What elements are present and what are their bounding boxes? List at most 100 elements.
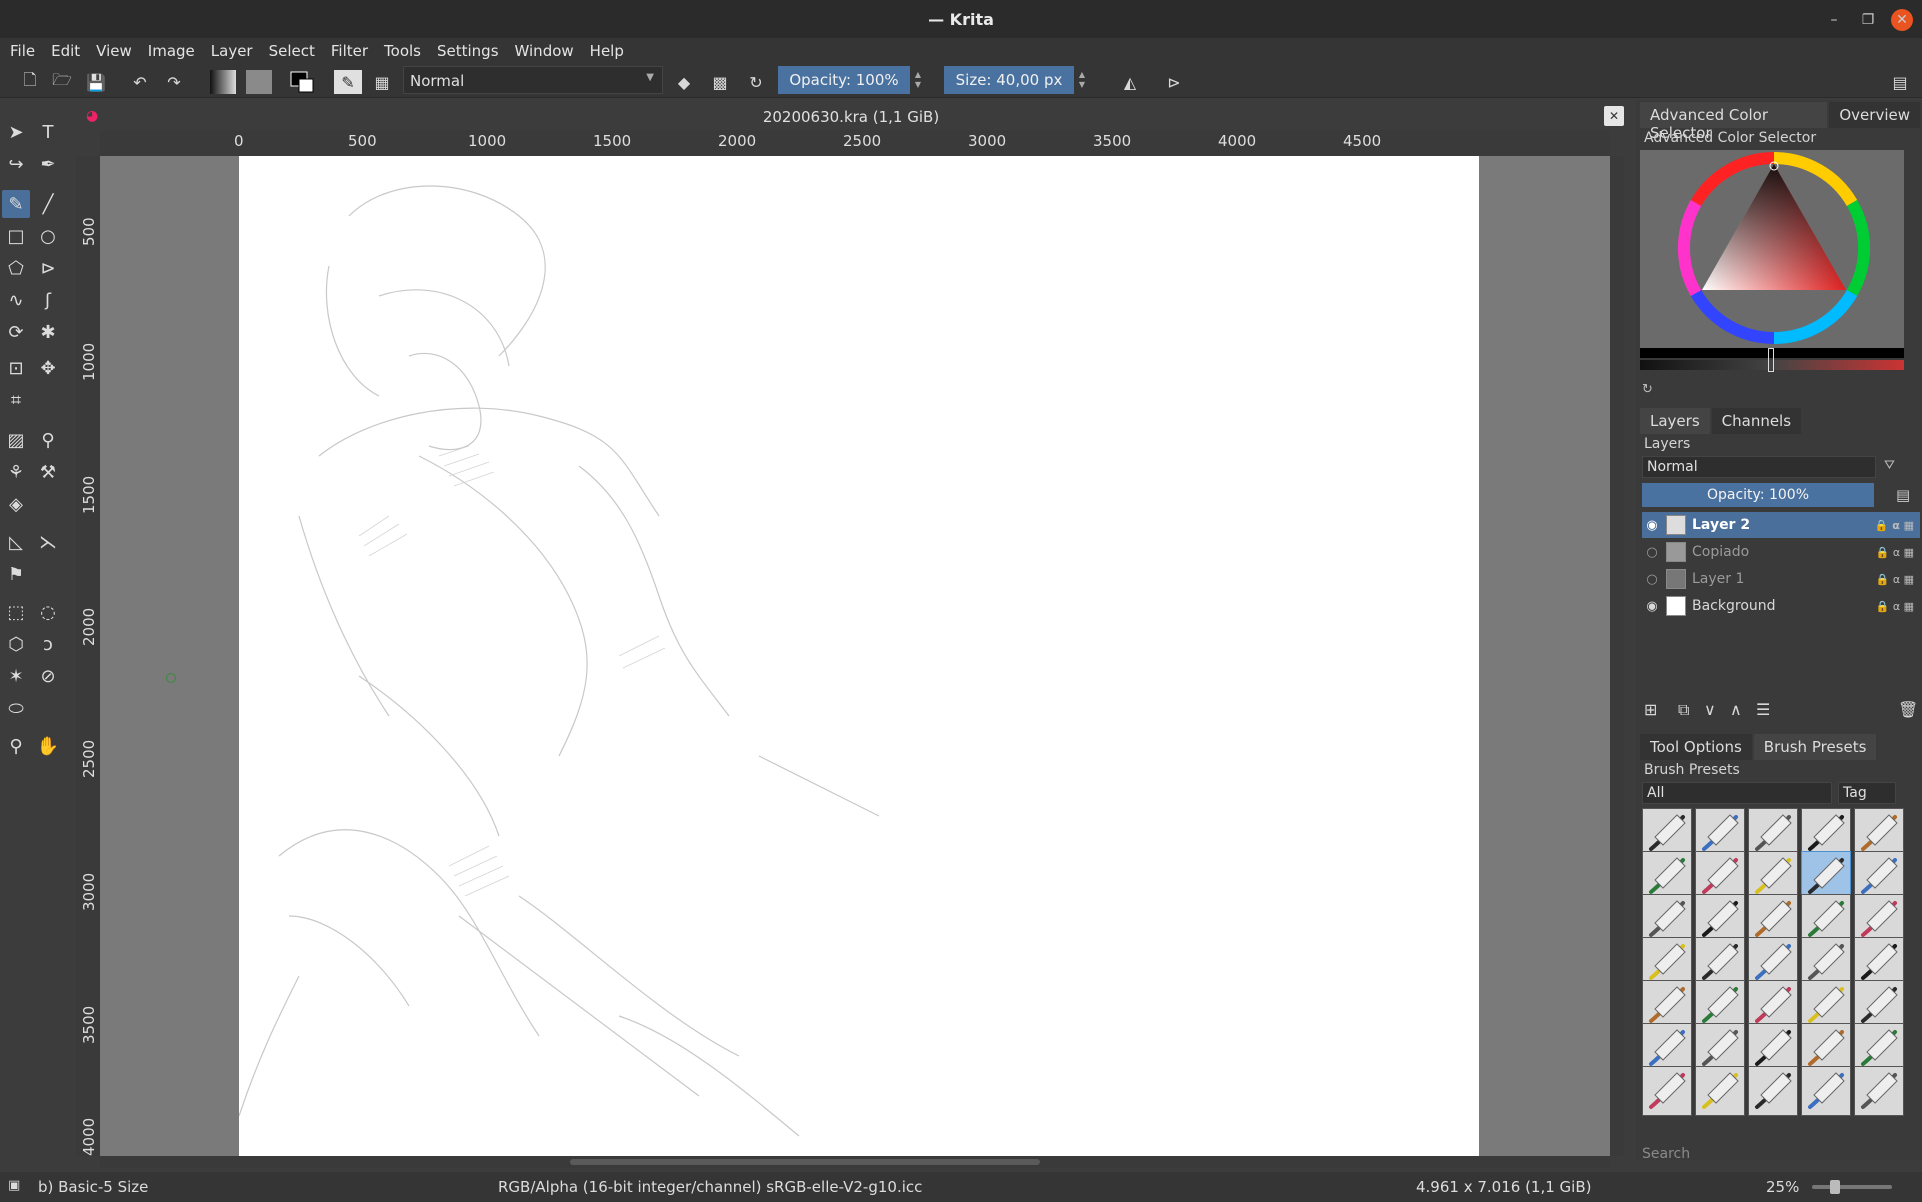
eye-off-icon[interactable]: ○ bbox=[1642, 572, 1662, 587]
polygon-select-icon[interactable]: ⬡ bbox=[2, 630, 30, 658]
fill-tool-icon[interactable]: ◈ bbox=[2, 490, 30, 518]
eraser-mode-icon[interactable]: ◆ bbox=[672, 70, 696, 94]
duplicate-layer-icon[interactable]: ⧉ bbox=[1678, 700, 1689, 720]
layer-row[interactable]: ○ Layer 1 🔒 α ▦ bbox=[1642, 566, 1920, 592]
mirror-horizontal-icon[interactable]: ◭ bbox=[1118, 70, 1142, 94]
color-history-bar[interactable] bbox=[1640, 348, 1904, 378]
brush-preset-icon[interactable] bbox=[1854, 1066, 1904, 1116]
layer-flags-icon[interactable]: 🔒 α ▦ bbox=[1876, 573, 1914, 586]
canvas-area[interactable] bbox=[100, 156, 1610, 1156]
ellipse-tool-icon[interactable]: ○ bbox=[34, 222, 62, 250]
tab-brush-presets[interactable]: Brush Presets bbox=[1753, 734, 1877, 760]
ruler-assistant-icon[interactable]: ⋋ bbox=[34, 528, 62, 556]
menu-image[interactable]: Image bbox=[148, 42, 195, 60]
smart-patch-icon[interactable]: ⚘ bbox=[2, 458, 30, 486]
alpha-lock-icon[interactable]: ▩ bbox=[708, 70, 732, 94]
eye-off-icon[interactable]: ○ bbox=[1642, 545, 1662, 560]
gradient-swatch[interactable] bbox=[210, 70, 236, 94]
brush-preset-icon[interactable] bbox=[1801, 1066, 1851, 1116]
pan-tool-icon[interactable]: ✋ bbox=[34, 732, 62, 760]
workspace-icon[interactable]: ▤ bbox=[1888, 70, 1912, 94]
opacity-spin[interactable]: ▲ ▼ bbox=[912, 66, 924, 94]
menu-view[interactable]: View bbox=[96, 42, 132, 60]
color-wheel[interactable] bbox=[1640, 150, 1904, 350]
measure-tool-icon[interactable]: ◺ bbox=[2, 528, 30, 556]
move-layer-down-icon[interactable]: ∨ bbox=[1704, 700, 1716, 719]
move-tool-icon[interactable]: ✥ bbox=[34, 354, 62, 382]
layer-flags-icon[interactable]: 🔒 α ▦ bbox=[1876, 600, 1914, 613]
layer-row[interactable]: ◉ Layer 2 🔒 α ▦ bbox=[1642, 512, 1920, 538]
tab-overview[interactable]: Overview bbox=[1829, 102, 1920, 128]
transform-tool-icon[interactable]: ⊡ bbox=[2, 354, 30, 382]
layer-flags-icon[interactable]: 🔒 α ▦ bbox=[1875, 519, 1914, 532]
delete-layer-icon[interactable]: 🗑 bbox=[1898, 700, 1918, 719]
ellipse-select-icon[interactable]: ◌ bbox=[34, 598, 62, 626]
gradient-tool-icon[interactable]: ▨ bbox=[2, 426, 30, 454]
layer-row[interactable]: ◉ Background 🔒 α ▦ bbox=[1642, 593, 1920, 619]
polyline-tool-icon[interactable]: ⊳ bbox=[34, 254, 62, 282]
eye-icon[interactable]: ◉ bbox=[1642, 599, 1662, 614]
brush-preset-icon[interactable] bbox=[1642, 1066, 1692, 1116]
maximize-button[interactable]: ❐ bbox=[1857, 9, 1879, 31]
menu-tools[interactable]: Tools bbox=[384, 42, 421, 60]
freehand-path-icon[interactable]: ʃ bbox=[34, 286, 62, 314]
add-layer-icon[interactable]: ⊞ bbox=[1644, 700, 1657, 719]
size-spin[interactable]: ▲ ▼ bbox=[1076, 66, 1088, 94]
edit-shapes-icon[interactable]: ↪ bbox=[2, 150, 30, 178]
close-window-button[interactable]: ✕ bbox=[1891, 9, 1913, 31]
zoom-tool-icon[interactable]: ⚲ bbox=[2, 732, 30, 760]
crop-tool-icon[interactable]: ⌗ bbox=[2, 386, 30, 414]
canvas-paper[interactable] bbox=[238, 156, 1479, 1156]
refresh-icon[interactable]: ↻ bbox=[1642, 382, 1653, 397]
brush-preset-icon[interactable] bbox=[1748, 1066, 1798, 1116]
tab-channels[interactable]: Channels bbox=[1711, 408, 1802, 434]
zoom-handle[interactable] bbox=[1830, 1180, 1840, 1194]
menu-file[interactable]: File bbox=[10, 42, 35, 60]
rect-select-icon[interactable]: ⬚ bbox=[2, 598, 30, 626]
fg-bg-color-icon[interactable] bbox=[288, 70, 318, 94]
layer-blend-mode-select[interactable]: Normal bbox=[1642, 456, 1876, 478]
close-document-button[interactable]: ✕ bbox=[1604, 106, 1624, 126]
freehand-brush-icon[interactable]: ✎ bbox=[2, 190, 30, 218]
horizontal-scrollbar[interactable] bbox=[100, 1156, 1610, 1168]
tab-tool-options[interactable]: Tool Options bbox=[1640, 734, 1752, 760]
undo-icon[interactable]: ↶ bbox=[128, 70, 152, 94]
similar-select-icon[interactable]: ⊘ bbox=[34, 662, 62, 690]
rectangle-tool-icon[interactable]: □ bbox=[2, 222, 30, 250]
layer-settings-icon[interactable]: ☰ bbox=[1756, 700, 1770, 719]
menu-layer[interactable]: Layer bbox=[211, 42, 253, 60]
preset-tag-button[interactable]: Tag bbox=[1838, 782, 1896, 804]
reference-images-icon[interactable]: ⚑ bbox=[2, 560, 30, 588]
mirror-vertical-icon[interactable]: ⊳ bbox=[1162, 70, 1186, 94]
menu-filter[interactable]: Filter bbox=[331, 42, 368, 60]
opacity-slider[interactable]: Opacity: 100% bbox=[778, 66, 910, 94]
blend-mode-select[interactable]: Normal ▼ bbox=[403, 66, 663, 94]
preset-filter-select[interactable]: All bbox=[1642, 782, 1832, 804]
calligraphy-icon[interactable]: ✒ bbox=[34, 150, 62, 178]
layer-opacity-slider[interactable]: Opacity: 100% bbox=[1642, 483, 1874, 507]
filter-icon[interactable]: ⛛ bbox=[1884, 458, 1895, 473]
document-tab[interactable]: ◕ 20200630.kra (1,1 GiB) ✕ bbox=[76, 104, 1626, 130]
new-document-icon[interactable]: 🗋 bbox=[18, 70, 42, 94]
color-picker-icon[interactable]: ⚲ bbox=[34, 426, 62, 454]
scrollbar-thumb[interactable] bbox=[570, 1159, 1040, 1165]
save-icon[interactable]: 💾 bbox=[84, 70, 108, 94]
menu-window[interactable]: Window bbox=[515, 42, 574, 60]
preset-search-input[interactable]: Search bbox=[1642, 1146, 1690, 1162]
pattern-swatch[interactable] bbox=[246, 70, 272, 94]
open-folder-icon[interactable]: 🗁 bbox=[50, 70, 74, 94]
menu-select[interactable]: Select bbox=[269, 42, 315, 60]
assistant-tool-icon[interactable]: ⚒ bbox=[34, 458, 62, 486]
layer-properties-icon[interactable]: ▤ bbox=[1896, 486, 1910, 504]
menu-edit[interactable]: Edit bbox=[51, 42, 80, 60]
bezier-tool-icon[interactable]: ∿ bbox=[2, 286, 30, 314]
layer-row[interactable]: ○ Copiado 🔒 α ▦ bbox=[1642, 539, 1920, 565]
brush-preset-icon[interactable]: ✎ bbox=[334, 70, 362, 94]
polygon-tool-icon[interactable]: ⬠ bbox=[2, 254, 30, 282]
move-layer-up-icon[interactable]: ∧ bbox=[1730, 700, 1742, 719]
select-shapes-icon[interactable]: ➤ bbox=[2, 118, 30, 146]
contiguous-select-icon[interactable]: ✶ bbox=[2, 662, 30, 690]
vertical-scrollbar[interactable] bbox=[1610, 156, 1624, 1156]
tab-advanced-color-selector[interactable]: Advanced Color Selector bbox=[1640, 102, 1828, 142]
dynamic-brush-icon[interactable]: ⟳ bbox=[2, 318, 30, 346]
